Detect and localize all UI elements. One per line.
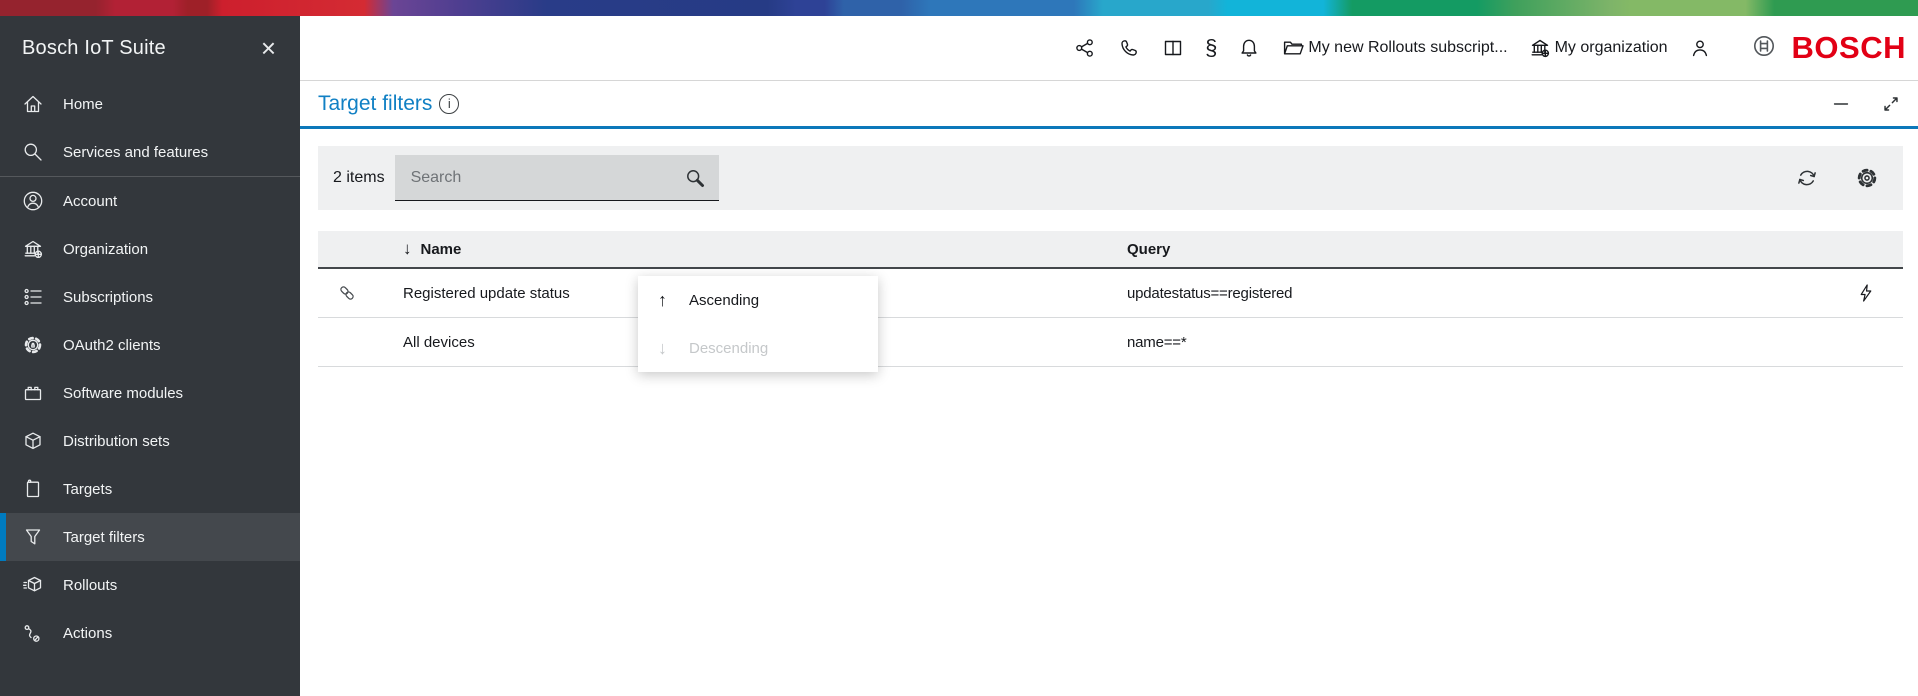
sort-descending-icon: ↓ <box>658 338 667 359</box>
search-box <box>395 155 719 201</box>
items-count: 2 items <box>333 169 385 187</box>
refresh-icon[interactable] <box>1794 165 1820 191</box>
auto-assignment-icon[interactable] <box>1855 282 1877 304</box>
page-title: Target filters i <box>318 92 459 116</box>
actions-icon <box>21 621 45 645</box>
bosch-wordmark: BOSCH <box>1792 30 1906 66</box>
legal-icon[interactable]: § <box>1205 37 1217 59</box>
main-area: § My new Rollouts subscript... My organi… <box>300 16 1918 696</box>
software-modules-icon <box>21 381 45 405</box>
manual-icon[interactable] <box>1161 36 1185 60</box>
sidebar-item-actions[interactable]: Actions <box>0 609 300 657</box>
sort-descending-icon: ↓ <box>403 239 412 259</box>
panel-header: Target filters i <box>300 80 1918 129</box>
sidebar-item-label: Subscriptions <box>63 289 153 306</box>
notifications-icon[interactable] <box>1237 36 1261 60</box>
app-title: Bosch IoT Suite <box>22 37 166 60</box>
settings-gear-icon[interactable] <box>1854 165 1880 191</box>
table-header-row: ↓ Name Query <box>318 231 1903 269</box>
organization-switcher[interactable]: My organization <box>1528 36 1668 60</box>
sidebar-item-target-filters[interactable]: Target filters <box>0 513 300 561</box>
subscription-switcher[interactable]: My new Rollouts subscript... <box>1281 36 1507 60</box>
search-input[interactable] <box>409 168 675 188</box>
sort-ascending-icon: ↑ <box>658 290 667 311</box>
sidebar-item-label: Home <box>63 96 103 113</box>
sidebar-item-label: OAuth2 clients <box>63 337 161 354</box>
sidebar-item-label: Target filters <box>63 529 145 546</box>
sidebar-item-label: Actions <box>63 625 112 642</box>
sidebar-item-software-modules[interactable]: Software modules <box>0 369 300 417</box>
sidebar-item-label: Rollouts <box>63 577 117 594</box>
sidebar-item-services-and-features[interactable]: Services and features <box>0 128 300 176</box>
home-icon <box>21 92 45 116</box>
subscription-label: My new Rollouts subscript... <box>1308 39 1507 57</box>
sidebar-item-rollouts[interactable]: Rollouts <box>0 561 300 609</box>
sidebar: Bosch IoT Suite × Home Services and feat… <box>0 16 300 696</box>
sidebar-item-account[interactable]: Account <box>0 177 300 225</box>
sidebar-item-subscriptions[interactable]: Subscriptions <box>0 273 300 321</box>
organization-icon <box>1528 36 1552 60</box>
sidebar-item-label: Account <box>63 193 117 210</box>
filter-query: name==* <box>1127 334 1186 351</box>
share-icon[interactable] <box>1073 36 1097 60</box>
oauth2-clients-icon <box>21 333 45 357</box>
subscription-folder-icon <box>1281 36 1305 60</box>
rollouts-icon <box>21 573 45 597</box>
sidebar-item-home[interactable]: Home <box>0 80 300 128</box>
table-row[interactable]: Registered update status updatestatus==r… <box>318 269 1903 318</box>
menu-item-ascending[interactable]: ↑ Ascending <box>638 276 878 324</box>
sidebar-item-organization[interactable]: Organization <box>0 225 300 273</box>
sidebar-item-label: Targets <box>63 481 112 498</box>
sidebar-close-icon[interactable]: × <box>261 35 276 61</box>
sidebar-item-label: Software modules <box>63 385 183 402</box>
search-icon[interactable] <box>683 166 707 190</box>
column-header-query[interactable]: Query <box>1127 241 1903 258</box>
distribution-sets-icon <box>21 429 45 453</box>
account-icon <box>21 189 45 213</box>
organization-label: My organization <box>1555 39 1668 57</box>
column-header-name[interactable]: ↓ Name <box>403 239 1127 259</box>
expand-icon[interactable] <box>1880 93 1902 115</box>
bosch-logo-icon <box>1752 34 1776 58</box>
sidebar-item-label: Organization <box>63 241 148 258</box>
menu-item-descending: ↓ Descending <box>638 324 878 372</box>
sidebar-item-label: Distribution sets <box>63 433 170 450</box>
sidebar-item-distribution-sets[interactable]: Distribution sets <box>0 417 300 465</box>
subscriptions-icon <box>21 285 45 309</box>
sidebar-item-label: Services and features <box>63 144 208 161</box>
minimize-icon[interactable] <box>1830 93 1852 115</box>
sidebar-item-oauth2-clients[interactable]: OAuth2 clients <box>0 321 300 369</box>
sort-menu: ↑ Ascending ↓ Descending <box>638 276 878 372</box>
filter-query: updatestatus==registered <box>1127 285 1292 302</box>
organization-icon <box>21 237 45 261</box>
search-icon <box>21 140 45 164</box>
user-icon[interactable] <box>1688 36 1712 60</box>
bosch-supergraphic <box>0 0 1918 16</box>
target-filters-table: ↓ Name Query Registered update status up… <box>318 231 1903 367</box>
target-filters-icon <box>21 525 45 549</box>
bosch-brand: BOSCH <box>1752 30 1906 66</box>
topbar: § My new Rollouts subscript... My organi… <box>300 16 1918 80</box>
phone-icon[interactable] <box>1117 36 1141 60</box>
link-icon <box>336 282 358 304</box>
sidebar-item-targets[interactable]: Targets <box>0 465 300 513</box>
table-row[interactable]: All devices name==* <box>318 318 1903 367</box>
grid-toolbar: 2 items <box>318 146 1903 210</box>
info-icon[interactable]: i <box>439 94 459 114</box>
targets-icon <box>21 477 45 501</box>
